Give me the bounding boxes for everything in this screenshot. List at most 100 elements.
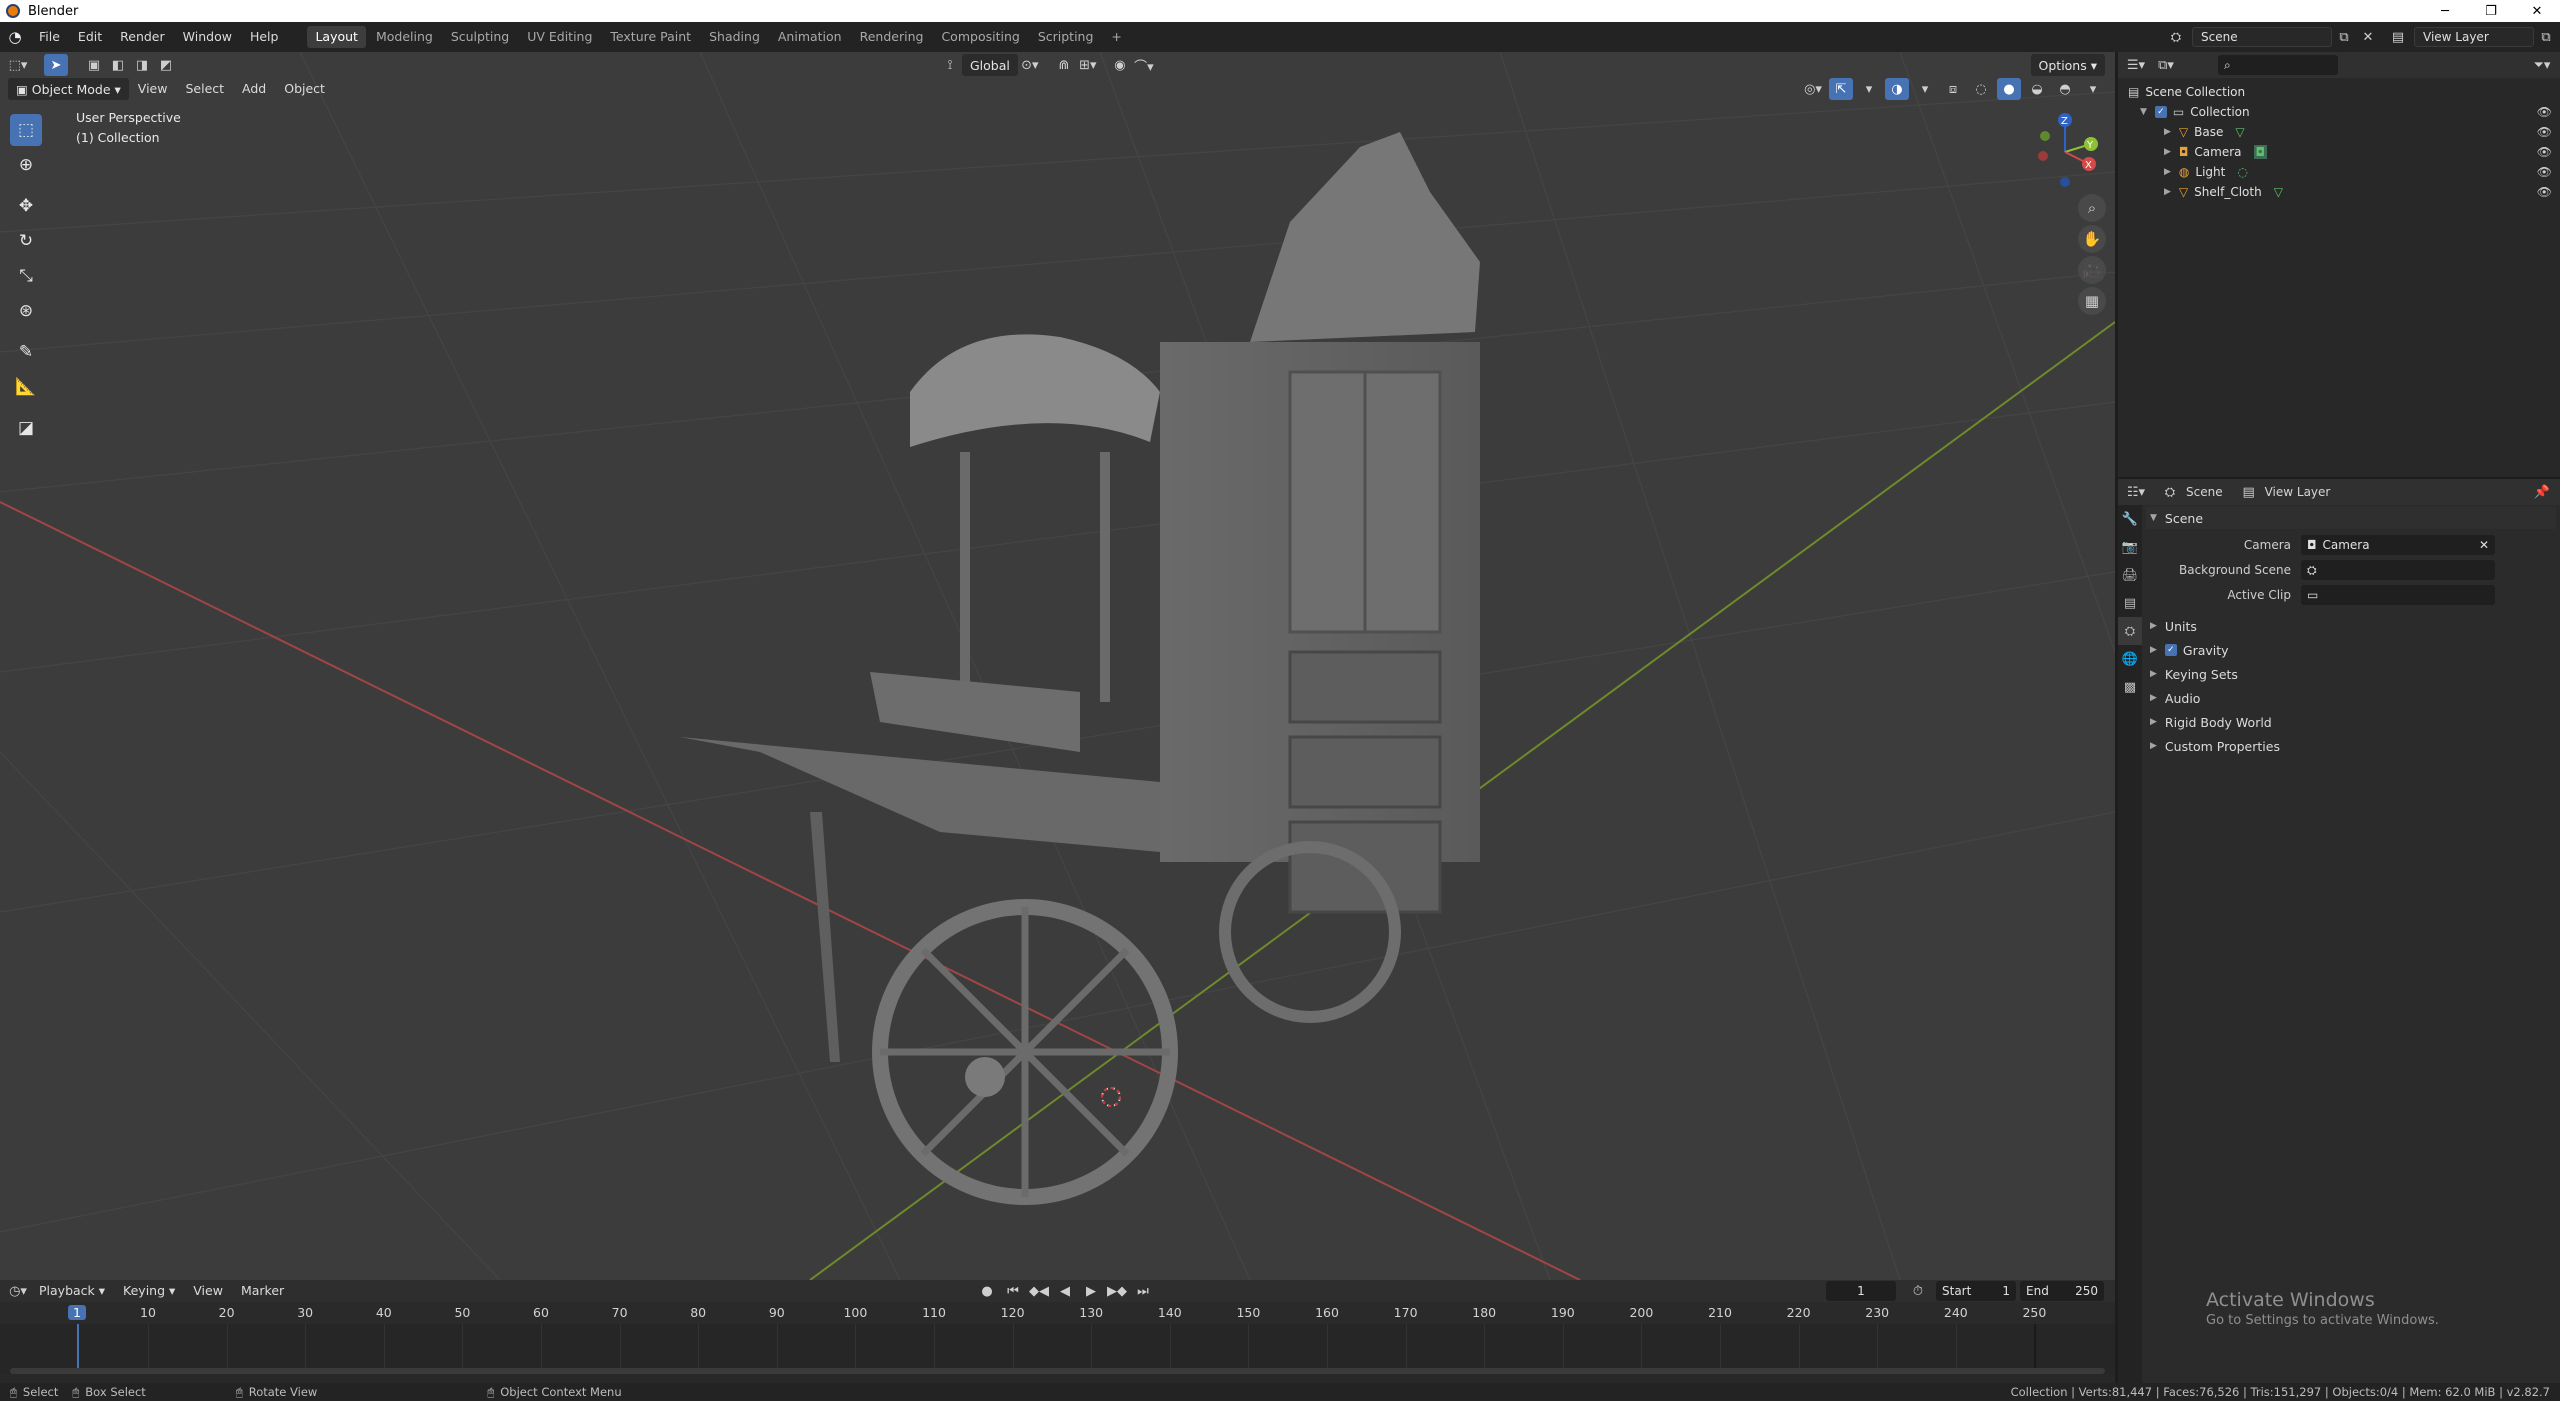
scale-tool-icon[interactable]: ⤡	[10, 260, 42, 292]
overlays-toggle-icon[interactable]: ◑	[1885, 78, 1909, 100]
properties-editor-type-icon[interactable]: ☷▾	[2124, 481, 2148, 503]
eye-icon[interactable]: 👁	[2537, 145, 2552, 159]
new-scene-icon[interactable]: ⧉	[2332, 26, 2356, 48]
zoom-icon[interactable]: ⌕	[2078, 194, 2106, 222]
3d-viewport[interactable]: ⬚▾ ➤ ▣ ◧ ◨ ◩ ⟟ Global ⊙▾ ⋒ ⊞▾ ◉ ⌒▾ Optio…	[0, 52, 2115, 1280]
orientation-dropdown[interactable]: Global	[962, 54, 1018, 76]
render-tab-icon[interactable]: 📷	[2118, 533, 2142, 561]
keying-sets-panel-header[interactable]: ▶ Keying Sets	[2146, 663, 2238, 685]
eye-icon[interactable]: 👁	[2537, 125, 2552, 139]
pin-icon[interactable]: 📌	[2530, 481, 2554, 503]
jump-start-icon[interactable]: ⏮	[1001, 1280, 1025, 1302]
outliner-row-object[interactable]: ▶ ▽ Base ▽ 👁	[2118, 122, 2560, 142]
scene-tab-icon[interactable]: ⛭	[2118, 617, 2142, 645]
shading-wireframe-icon[interactable]: ◌	[1969, 78, 1993, 100]
editor-type-icon[interactable]: ⬚▾	[6, 54, 30, 76]
add-workspace-icon[interactable]: +	[1103, 26, 1129, 48]
select-mode-extend-icon[interactable]: ◧	[106, 54, 130, 76]
select-box-tool-icon[interactable]: ⬚	[10, 114, 42, 146]
outliner-search-input[interactable]: ⌕	[2218, 55, 2338, 75]
eye-icon[interactable]: 👁	[2537, 185, 2552, 199]
rotate-tool-icon[interactable]: ↻	[10, 225, 42, 257]
minimize-button[interactable]: ─	[2422, 0, 2468, 22]
delete-scene-icon[interactable]: ✕	[2356, 26, 2380, 48]
jump-keyframe-forward-icon[interactable]: ▶◆	[1105, 1280, 1129, 1302]
tab-animation[interactable]: Animation	[770, 26, 850, 48]
viewport-menu-object[interactable]: Object	[275, 78, 334, 100]
end-frame-field[interactable]: End 250	[2020, 1281, 2104, 1301]
menu-file[interactable]: File	[30, 26, 69, 48]
gravity-panel-header[interactable]: ▶ ✓ Gravity	[2146, 639, 2229, 661]
tab-scripting[interactable]: Scripting	[1030, 26, 1102, 48]
panel-expand-icon[interactable]: ▶	[2150, 693, 2157, 703]
gizmo-dropdown-icon[interactable]: ▾	[1857, 78, 1881, 100]
shading-solid-icon[interactable]: ●	[1997, 78, 2021, 100]
texture-tab-icon[interactable]: ▩	[2118, 673, 2142, 701]
new-view-layer-icon[interactable]: ⧉	[2534, 26, 2558, 48]
gravity-checkbox[interactable]: ✓	[2164, 644, 2177, 656]
collapse-triangle-icon[interactable]: ▼	[2140, 107, 2147, 117]
snap-magnet-icon[interactable]: ⋒	[1052, 54, 1076, 76]
tab-shading[interactable]: Shading	[701, 26, 768, 48]
options-dropdown[interactable]: Options ▾	[2030, 54, 2105, 76]
tab-layout[interactable]: Layout	[307, 26, 366, 48]
tool-tab-icon[interactable]: 🔧	[2118, 505, 2142, 533]
camera-view-icon[interactable]: 🎥	[2078, 256, 2106, 284]
view-layer-selector[interactable]: View Layer	[2414, 27, 2534, 47]
overlays-dropdown-icon[interactable]: ▾	[1913, 78, 1937, 100]
preview-range-icon[interactable]: ⏱	[1906, 1280, 1930, 1302]
collection-checkbox[interactable]: ✓	[2154, 106, 2167, 118]
panel-expand-icon[interactable]: ▶	[2150, 669, 2157, 679]
expand-triangle-icon[interactable]: ▶	[2164, 187, 2171, 197]
menu-render[interactable]: Render	[111, 26, 174, 48]
move-tool-icon[interactable]: ✥	[10, 190, 42, 222]
background-scene-field[interactable]: ⛭	[2301, 560, 2495, 580]
select-mode-new-icon[interactable]: ▣	[82, 54, 106, 76]
outliner-row-object[interactable]: ▶ ◍ Light ◌ 👁	[2118, 162, 2560, 182]
maximize-button[interactable]: ❐	[2468, 0, 2514, 22]
audio-panel-header[interactable]: ▶ Audio	[2146, 687, 2200, 709]
tab-texture-paint[interactable]: Texture Paint	[602, 26, 699, 48]
select-mode-invert-icon[interactable]: ◩	[154, 54, 178, 76]
outliner-editor-type-icon[interactable]: ☰▾	[2124, 54, 2148, 76]
frame-ruler[interactable]: 1 10 20 30 40 50 60 70 80 90 100 110 120 130 140 150 160…	[0, 1302, 2115, 1324]
shading-options-icon[interactable]: ▾	[2081, 78, 2105, 100]
jump-keyframe-back-icon[interactable]: ◆◀	[1027, 1280, 1051, 1302]
jump-end-icon[interactable]: ⏭	[1131, 1280, 1155, 1302]
tweak-tool-icon[interactable]: ➤	[44, 54, 68, 76]
snap-target-icon[interactable]: ⊞▾	[1076, 54, 1100, 76]
timeline-scrollbar[interactable]	[10, 1368, 2105, 1374]
play-icon[interactable]: ▶	[1079, 1280, 1103, 1302]
menu-window[interactable]: Window	[174, 26, 241, 48]
tab-modeling[interactable]: Modeling	[368, 26, 441, 48]
tab-uv-editing[interactable]: UV Editing	[519, 26, 600, 48]
navigation-gizmo[interactable]: Z Y X	[2025, 112, 2105, 192]
measure-tool-icon[interactable]: 📐	[10, 371, 42, 403]
playhead-line[interactable]	[77, 1324, 79, 1368]
outliner-row-object[interactable]: ▶ ▽ Shelf_Cloth ▽ 👁	[2118, 182, 2560, 202]
visibility-icon[interactable]: ◎▾	[1801, 78, 1825, 100]
timeline-menu-keying[interactable]: Keying ▾	[114, 1280, 184, 1302]
select-mode-subtract-icon[interactable]: ◨	[130, 54, 154, 76]
panel-expand-icon[interactable]: ▶	[2150, 717, 2157, 727]
viewport-menu-view[interactable]: View	[129, 78, 177, 100]
scene-selector[interactable]: Scene	[2192, 27, 2332, 47]
object-mode-dropdown[interactable]: ▣ Object Mode ▾	[8, 78, 129, 100]
active-clip-field[interactable]: ▭	[2301, 585, 2495, 605]
output-tab-icon[interactable]: 🖨	[2118, 561, 2142, 589]
filter-icon[interactable]: ⏷▾	[2530, 54, 2554, 76]
start-frame-field[interactable]: Start 1	[1936, 1281, 2016, 1301]
timeline-menu-playback[interactable]: Playback ▾	[30, 1280, 114, 1302]
display-mode-icon[interactable]: ⧉▾	[2154, 54, 2178, 76]
clear-field-icon[interactable]: ✕	[2479, 538, 2489, 552]
viewport-menu-select[interactable]: Select	[176, 78, 233, 100]
custom-properties-panel-header[interactable]: ▶ Custom Properties	[2146, 735, 2280, 757]
tab-compositing[interactable]: Compositing	[933, 26, 1027, 48]
shading-rendered-icon[interactable]: ◓	[2053, 78, 2077, 100]
timeline-menu-marker[interactable]: Marker	[232, 1280, 293, 1302]
proportional-editing-icon[interactable]: ◉	[1108, 54, 1132, 76]
proportional-falloff-icon[interactable]: ⌒▾	[1132, 54, 1156, 76]
menu-help[interactable]: Help	[241, 26, 288, 48]
timeline-menu-view[interactable]: View	[184, 1280, 232, 1302]
outliner-row-collection[interactable]: ▼ ✓ ▭ Collection 👁	[2118, 102, 2560, 122]
